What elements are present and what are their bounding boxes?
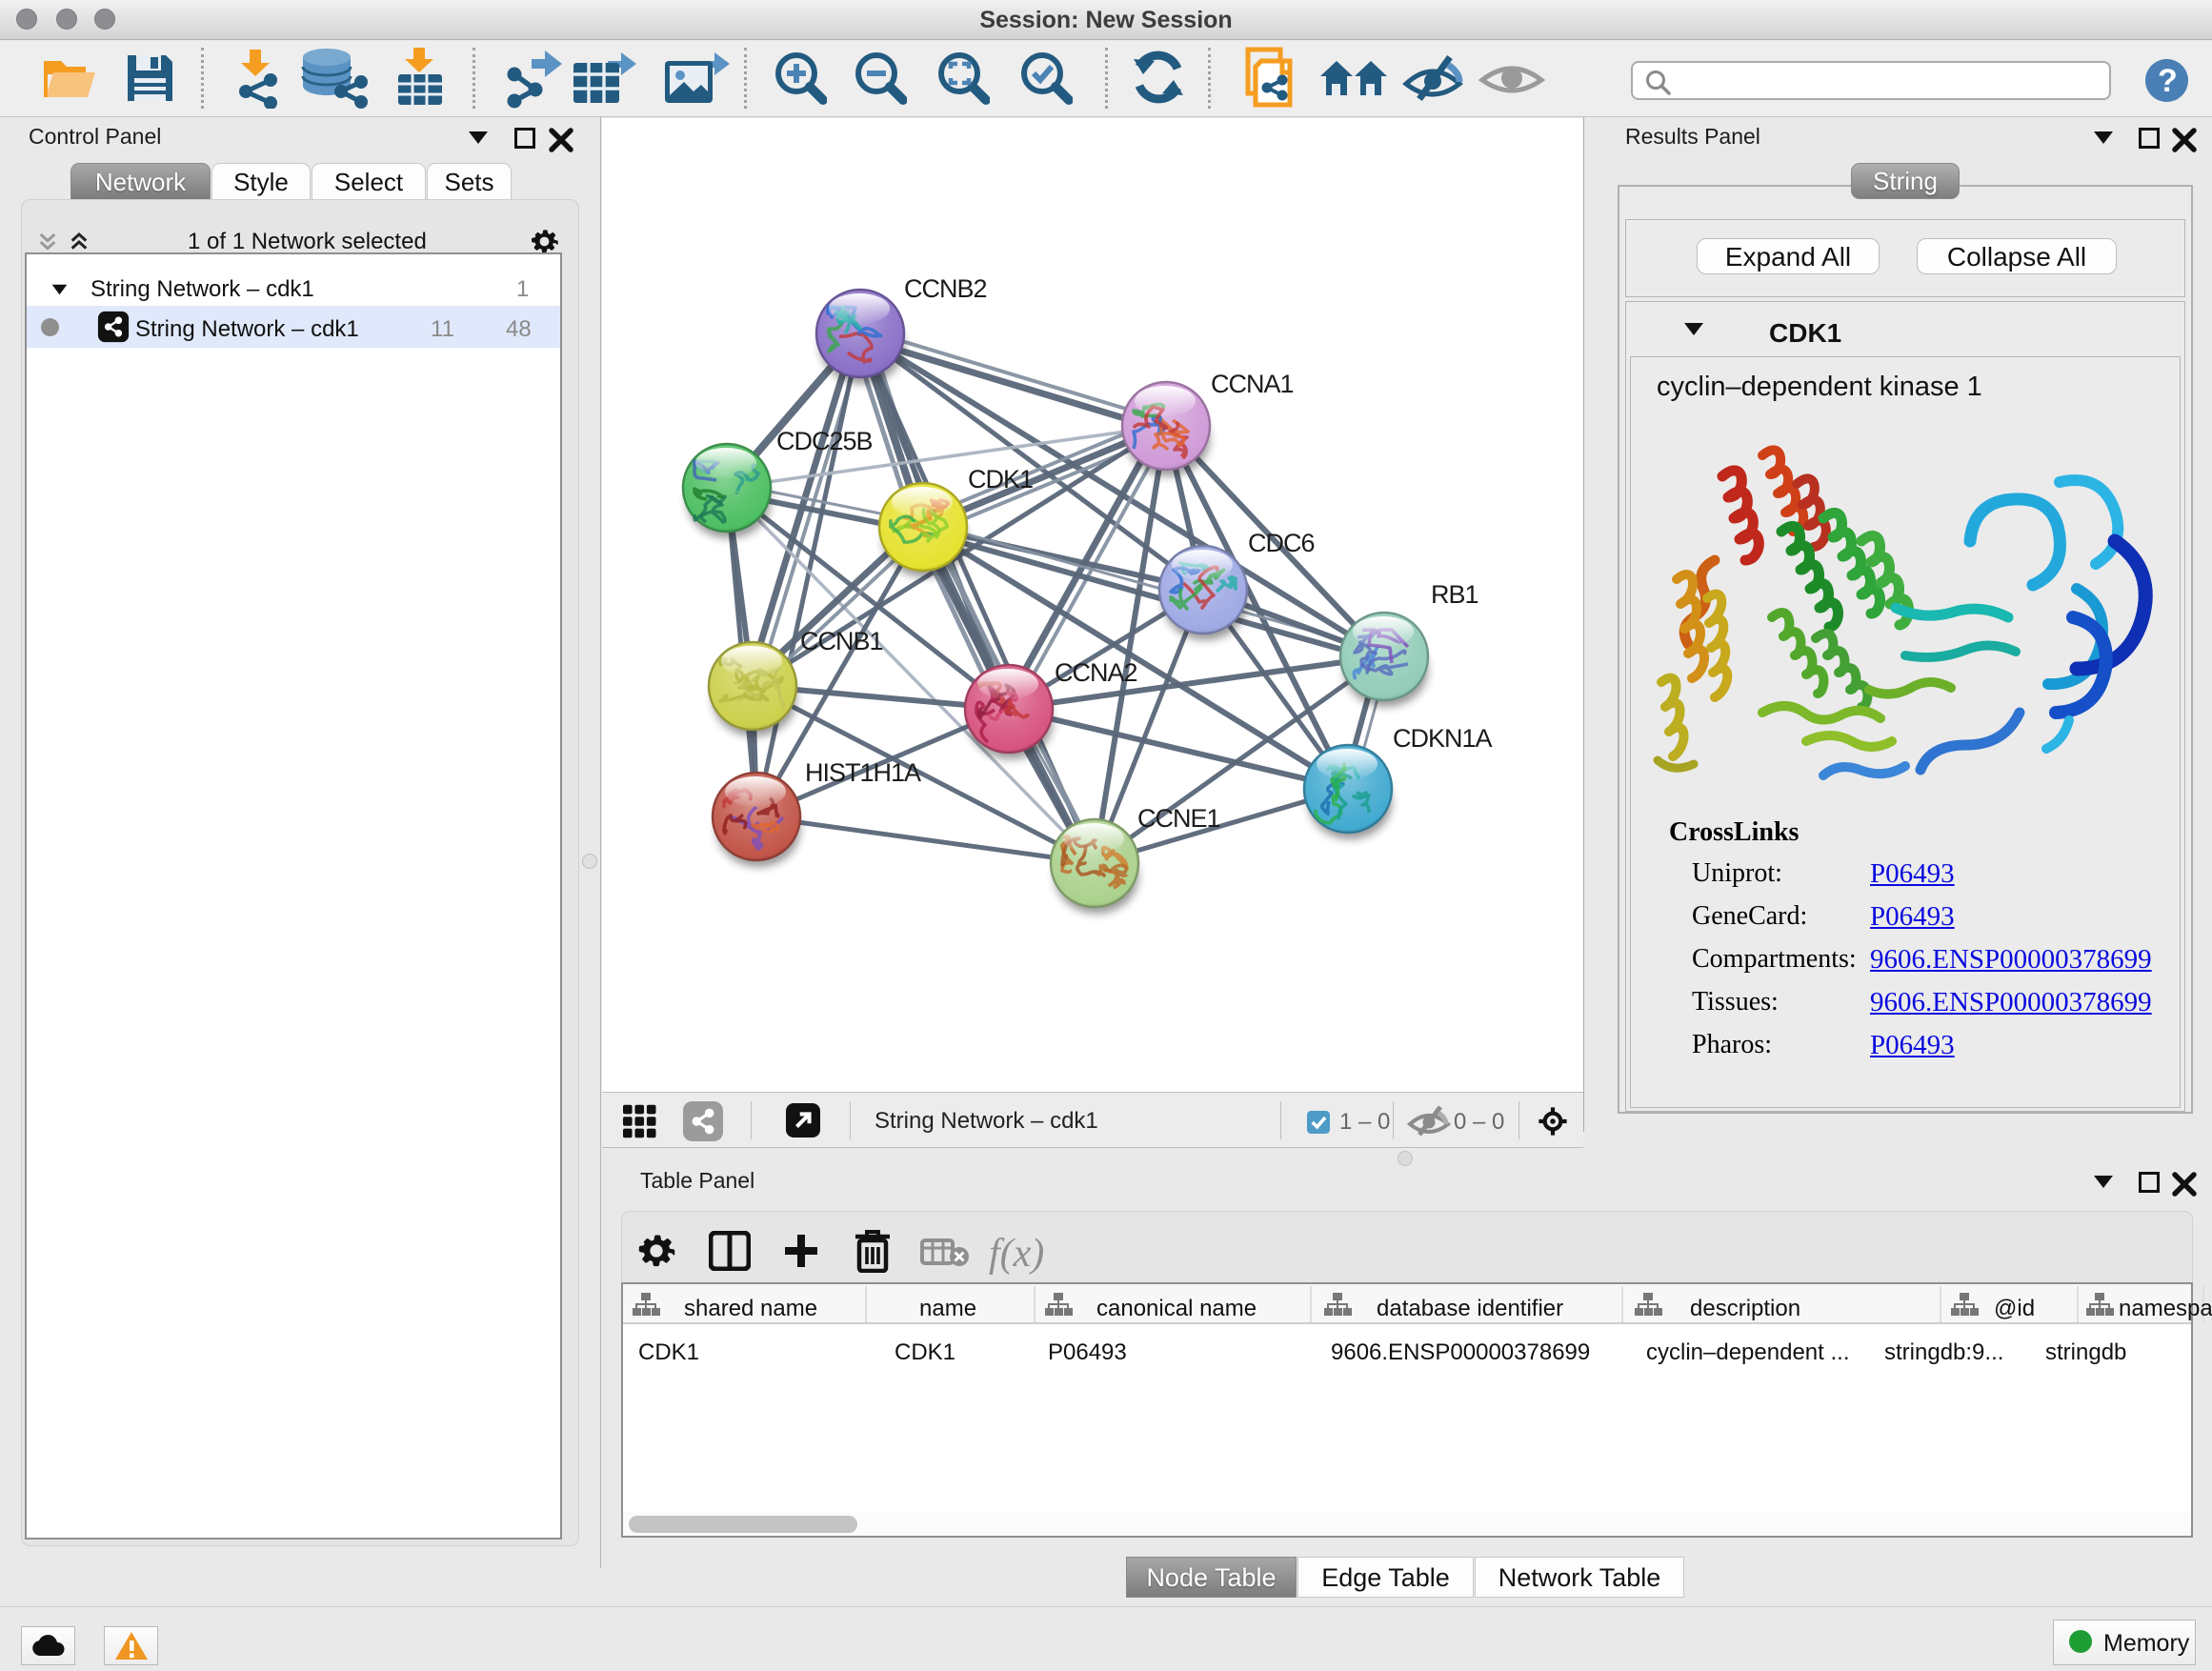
svg-text:CDC6: CDC6 — [1248, 529, 1315, 557]
svg-text:RB1: RB1 — [1431, 580, 1478, 609]
svg-text:CCNA1: CCNA1 — [1211, 370, 1294, 398]
svg-text:HIST1H1A: HIST1H1A — [805, 758, 921, 787]
svg-text:CCNE1: CCNE1 — [1137, 804, 1220, 833]
svg-text:CCNA2: CCNA2 — [1055, 658, 1137, 687]
svg-text:CDC25B: CDC25B — [776, 427, 873, 455]
svg-text:CDKN1A: CDKN1A — [1393, 724, 1493, 753]
svg-text:CCNB2: CCNB2 — [904, 274, 987, 303]
svg-text:CDK1: CDK1 — [968, 465, 1033, 493]
svg-text:CCNB1: CCNB1 — [800, 627, 883, 655]
